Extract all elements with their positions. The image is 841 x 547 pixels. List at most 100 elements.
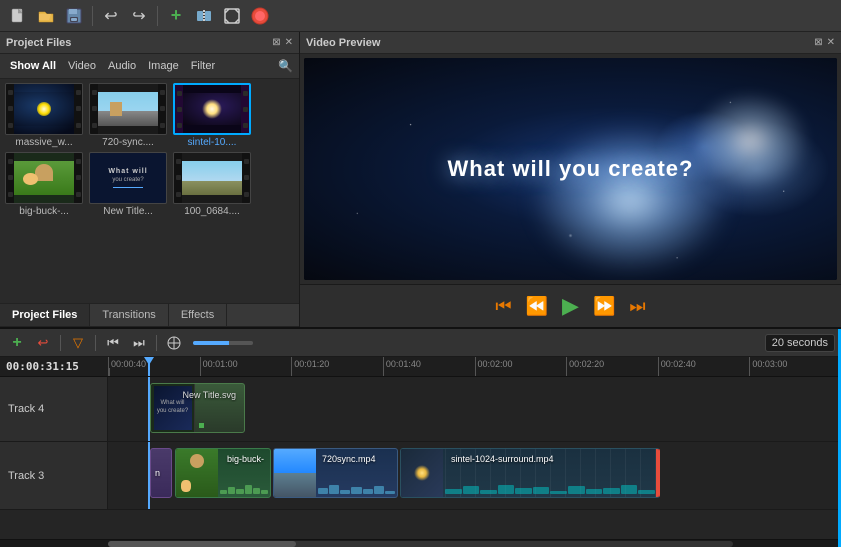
transport-play[interactable]: ▶ [558,291,583,321]
clip-sintel[interactable]: sintel-1024-surround.mp4 [400,448,660,498]
separator-1 [92,6,93,26]
clip-bigbuck-wave [220,484,268,494]
media-item-massive[interactable]: massive_w... [4,83,84,148]
filter-video[interactable]: Video [64,58,100,74]
clip-sintel-label: sintel-1024-surround.mp4 [447,452,558,466]
timeline-section: + ↩ ▽ ⏮ ⏭ 20 seconds 00:00:31:15 [0,327,841,547]
content-area: Project Files ⊠ ✕ Show All Video Audio I… [0,32,841,327]
clip-newtitle-marker [199,423,204,428]
redo-button[interactable]: ↪ [127,4,151,28]
save-button[interactable] [62,4,86,28]
filmstrip-right-1 [74,84,82,134]
video-preview-title: Video Preview [306,37,380,49]
pf-pin-icon[interactable]: ⊠ [272,37,280,48]
playhead-triangle [144,357,154,365]
undo-button[interactable]: ↩ [99,4,123,28]
media-item-sintel10[interactable]: sintel-10.... [172,83,252,148]
filter-image[interactable]: Image [144,58,183,74]
media-item-newtitle[interactable]: What will you create? New Title... [88,152,168,217]
clip-n[interactable]: n [150,448,172,498]
filter-search-icon[interactable]: 🔍 [278,59,293,73]
open-button[interactable] [34,4,58,28]
media-thumb-massive [5,83,83,135]
track4-playhead [148,377,150,441]
filter-audio[interactable]: Audio [104,58,140,74]
media-item-bigbuck[interactable]: big-buck-... [4,152,84,217]
track-4-content[interactable]: What willyou create? New Title.svg [108,377,841,441]
transport-rewind[interactable]: ⏪ [522,294,552,319]
vp-close-icon[interactable]: ✕ [827,37,835,48]
toolbar: ↩ ↪ + [0,0,841,32]
transport-jump-end[interactable]: ⏭ [625,294,649,319]
media-thumb-sintel10 [173,83,251,135]
new-button[interactable] [6,4,30,28]
clip-newtitle-label: New Title.svg [178,388,240,402]
filmstrip-right-4 [74,153,82,203]
tl-add-button[interactable]: + [6,333,28,353]
hscroll-track[interactable] [108,541,733,547]
tl-zoom-slider[interactable] [193,341,253,345]
media-label-100_0684: 100_0684.... [173,206,251,217]
vp-header-icons: ⊠ ✕ [814,37,835,48]
video-preview-header: Video Preview ⊠ ✕ [300,32,841,54]
track3-playhead [148,442,150,509]
transport-jump-start[interactable]: ⏮ [491,294,515,319]
media-item-720sync[interactable]: 720-sync.... [88,83,168,148]
right-section: Video Preview ⊠ ✕ What will you create? … [300,32,841,327]
tl-sep-1 [60,335,61,351]
tab-transitions[interactable]: Transitions [90,304,168,326]
tl-sep-3 [156,335,157,351]
tl-razor-button[interactable] [163,333,185,353]
track-3-content[interactable]: n big-buck- [108,442,841,509]
tl-undo-button[interactable]: ↩ [32,333,54,353]
clip-bigbuck[interactable]: big-buck- [175,448,271,498]
transport-fast-forward[interactable]: ⏩ [589,294,619,319]
clip-bigbuck-thumb [176,449,218,497]
fullscreen-button[interactable] [220,4,244,28]
clip-sintel-thumb [401,449,443,497]
clip-sintel-wave [445,484,655,494]
record-button[interactable] [248,4,272,28]
clip-720sync-thumb [274,449,316,497]
app: ↩ ↪ + [0,0,841,547]
preview-light-flare [530,125,730,275]
track-3-row: Track 3 n [0,442,841,510]
media-label-massive: massive_w... [5,137,83,148]
import-button[interactable]: + [164,4,188,28]
tl-jump-end-button[interactable]: ⏭ [128,333,150,353]
media-thumb-newtitle: What will you create? [89,152,167,204]
filter-show-all[interactable]: Show All [6,58,60,74]
timeline-hscroll[interactable] [0,539,841,547]
ruler-playhead-line [148,357,150,376]
clip-n-label: n [151,466,164,480]
media-label-sintel10: sintel-10.... [173,137,251,148]
separator-2 [157,6,158,26]
filmstrip-left-2 [90,84,98,134]
pf-close-icon[interactable]: ✕ [285,37,293,48]
filter-filter[interactable]: Filter [187,58,219,74]
tl-jump-start-button[interactable]: ⏮ [102,333,124,353]
vp-pin-icon[interactable]: ⊠ [814,37,822,48]
preview-text: What will you create? [448,156,694,182]
track-4-label: Track 4 [0,377,108,441]
tl-filter-button[interactable]: ▽ [67,333,89,353]
filmstrip-right-3 [241,85,249,133]
left-section: Project Files ⊠ ✕ Show All Video Audio I… [0,32,300,327]
pf-header-icons: ⊠ ✕ [272,37,293,48]
clip-newtitle[interactable]: What willyou create? New Title.svg [150,383,245,433]
clip-bigbuck-label: big-buck- [223,452,268,466]
hscroll-thumb[interactable] [108,541,296,547]
filmstrip-right-6 [242,153,250,203]
media-item-100_0684[interactable]: 100_0684.... [172,152,252,217]
tab-project-files[interactable]: Project Files [0,304,90,326]
split-button[interactable] [192,4,216,28]
media-label-newtitle: New Title... [89,206,167,217]
filter-bar: Show All Video Audio Image Filter 🔍 [0,54,299,79]
filmstrip-left-1 [6,84,14,134]
tab-effects[interactable]: Effects [169,304,227,326]
project-files-header: Project Files ⊠ ✕ [0,32,299,54]
filmstrip-right-2 [158,84,166,134]
ruler-marks-container: 00:00:40 00:01:00 00:01:20 00:01:40 [108,357,841,376]
filter-input-wrap: 🔍 [278,59,293,73]
clip-720sync[interactable]: 720sync.mp4 [273,448,398,498]
